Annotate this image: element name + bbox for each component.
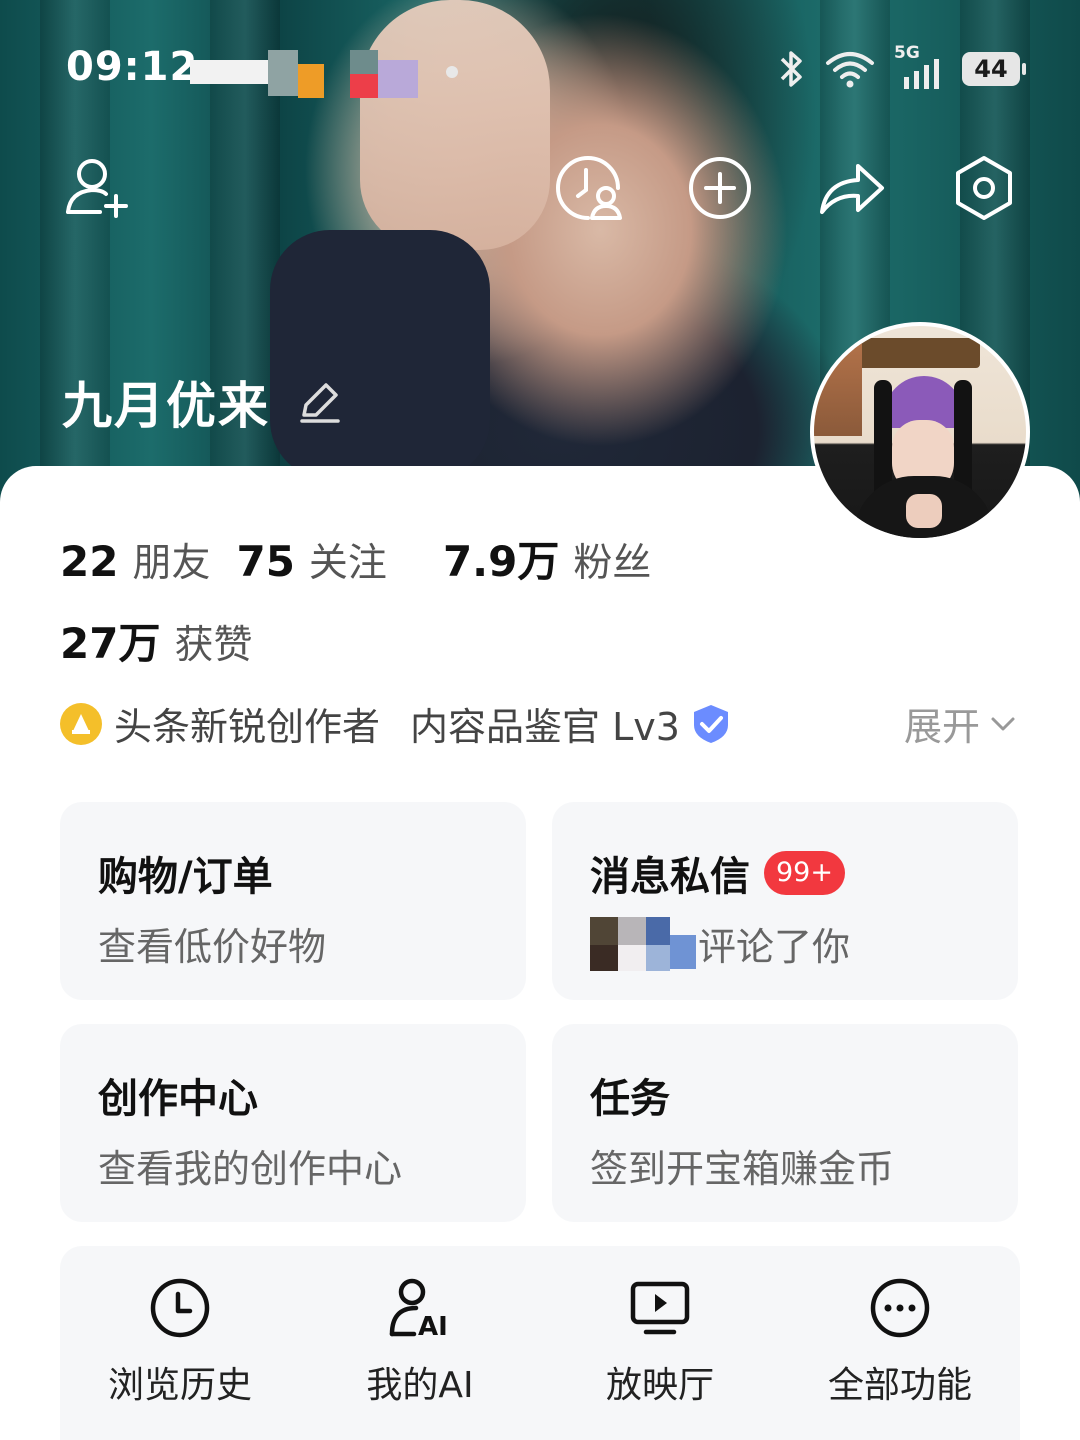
clock-icon <box>150 1278 210 1338</box>
card-title: 消息私信 <box>590 854 750 900</box>
tool-label: 浏览历史 <box>107 1365 252 1406</box>
more-icon <box>870 1278 930 1338</box>
likes-row: 27万 获赞 <box>60 610 278 671</box>
likes-label: 获赞 <box>174 623 253 668</box>
tool-browse-history[interactable]: 浏览历史 <box>60 1276 300 1408</box>
ai-user-icon: AI <box>389 1278 448 1340</box>
unread-badge: 99+ <box>764 851 845 895</box>
tool-label: 放映厅 <box>605 1365 714 1406</box>
card-subtitle-row: 评论了你 <box>590 916 850 971</box>
status-bar: 09:12 5G 44 <box>0 0 1080 140</box>
verified-icon <box>693 704 728 743</box>
commenter-avatar-mosaic <box>590 916 696 971</box>
followers-count[interactable]: 7.9万 <box>443 528 559 589</box>
tool-label: 我的AI <box>366 1365 474 1406</box>
card-title: 创作中心 <box>98 1076 258 1122</box>
creator-badge-icon <box>60 702 102 745</box>
chevron-down-icon <box>991 717 1015 730</box>
followers-label[interactable]: 粉丝 <box>573 532 651 588</box>
profile-name-row: 九月优来 <box>62 366 342 438</box>
card-subtitle: 评论了你 <box>698 925 851 969</box>
card-title: 任务 <box>590 1076 670 1122</box>
stats-row: 22 朋友 75 关注 7.9万 粉丝 <box>60 528 677 589</box>
settings-icon[interactable] <box>948 152 1020 224</box>
expand-button[interactable]: 展开 <box>904 696 1016 751</box>
tool-screening-room[interactable]: 放映厅 <box>540 1276 780 1408</box>
play-screen-icon <box>630 1281 690 1335</box>
avatar[interactable] <box>810 322 1030 542</box>
profile-name: 九月优来 <box>62 377 270 435</box>
card-title: 购物/订单 <box>98 854 273 900</box>
status-icons: 5G 44 <box>776 43 1026 94</box>
tools-panel: 浏览历史 AI 我的AI 放映厅 全部功能 <box>60 1246 1020 1440</box>
bluetooth-icon <box>780 51 802 87</box>
card-title-row: 消息私信 99+ <box>590 844 845 902</box>
add-circle-icon[interactable] <box>684 152 756 224</box>
add-friend-icon[interactable] <box>60 152 132 224</box>
creator-badge: 头条新锐创作者 <box>114 705 381 749</box>
svg-text:AI: AI <box>418 1312 448 1340</box>
tool-all-features[interactable]: 全部功能 <box>780 1276 1020 1408</box>
signal-icon: 5G <box>894 43 944 91</box>
status-time: 09:12 <box>66 44 199 90</box>
tasks-card[interactable]: 任务 签到开宝箱赚金币 <box>552 1024 1018 1222</box>
edit-name-icon[interactable] <box>296 379 342 425</box>
shopping-orders-card[interactable]: 购物/订单 查看低价好物 <box>60 802 526 1000</box>
tool-my-ai[interactable]: AI 我的AI <box>300 1276 540 1408</box>
following-count[interactable]: 75 <box>236 537 294 586</box>
card-subtitle: 查看我的创作中心 <box>98 1147 403 1191</box>
wifi-icon <box>826 52 874 88</box>
card-subtitle: 签到开宝箱赚金币 <box>590 1147 895 1191</box>
friends-count[interactable]: 22 <box>60 537 118 586</box>
curator-badge: 内容品鉴官 Lv3 <box>410 705 680 749</box>
tool-label: 全部功能 <box>827 1365 972 1406</box>
likes-count: 27万 <box>60 619 161 668</box>
badges-row[interactable]: 头条新锐创作者 内容品鉴官 Lv3 <box>60 696 732 751</box>
battery-indicator: 44 <box>962 52 1026 86</box>
friends-label[interactable]: 朋友 <box>132 532 210 588</box>
status-dot <box>446 66 458 78</box>
visitor-history-icon[interactable] <box>552 152 624 224</box>
share-icon[interactable] <box>816 152 888 224</box>
card-subtitle: 查看低价好物 <box>98 925 327 969</box>
expand-label: 展开 <box>903 705 980 749</box>
following-label[interactable]: 关注 <box>309 532 387 588</box>
creation-center-card[interactable]: 创作中心 查看我的创作中心 <box>60 1024 526 1222</box>
messages-card[interactable]: 消息私信 99+ 评论了你 <box>552 802 1018 1000</box>
notification-icons-mosaic <box>190 44 430 100</box>
